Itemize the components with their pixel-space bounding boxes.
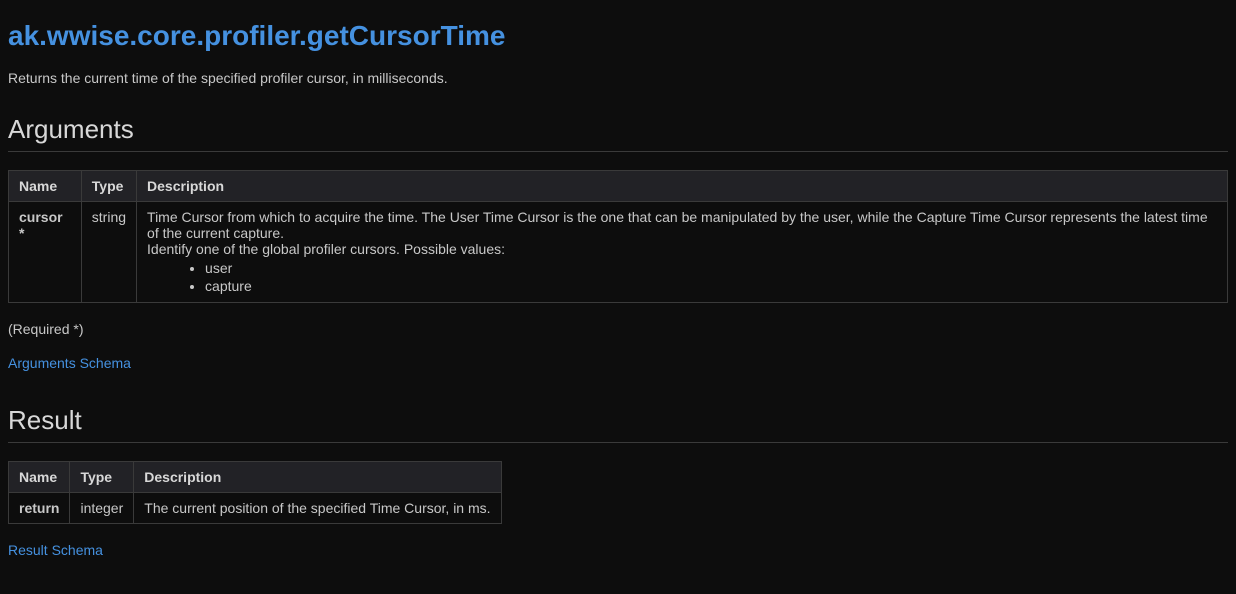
table-header-row: Name Type Description [9, 462, 502, 493]
list-item: capture [205, 277, 1217, 295]
result-name: return [9, 493, 70, 524]
arg-desc-line2: Identify one of the global profiler curs… [147, 241, 505, 257]
required-note: (Required *) [8, 321, 1228, 337]
result-schema-link[interactable]: Result Schema [8, 542, 103, 558]
arguments-schema-link[interactable]: Arguments Schema [8, 355, 131, 371]
arg-values-list: user capture [147, 259, 1217, 295]
col-header-name: Name [9, 462, 70, 493]
result-table: Name Type Description return integer The… [8, 461, 502, 524]
result-heading: Result [8, 405, 1228, 443]
page-title: ak.wwise.core.profiler.getCursorTime [8, 8, 1228, 52]
list-item: user [205, 259, 1217, 277]
table-row: cursor * string Time Cursor from which t… [9, 202, 1228, 303]
col-header-description: Description [137, 171, 1228, 202]
result-type: integer [70, 493, 134, 524]
table-row: return integer The current position of t… [9, 493, 502, 524]
arguments-table: Name Type Description cursor * string Ti… [8, 170, 1228, 303]
table-header-row: Name Type Description [9, 171, 1228, 202]
arguments-heading: Arguments [8, 114, 1228, 152]
arg-description: Time Cursor from which to acquire the ti… [137, 202, 1228, 303]
page-description: Returns the current time of the specifie… [8, 70, 1228, 86]
col-header-type: Type [81, 171, 136, 202]
arg-type: string [81, 202, 136, 303]
col-header-name: Name [9, 171, 82, 202]
col-header-type: Type [70, 462, 134, 493]
col-header-description: Description [134, 462, 501, 493]
arg-name: cursor * [9, 202, 82, 303]
result-description: The current position of the specified Ti… [134, 493, 501, 524]
arg-desc-line1: Time Cursor from which to acquire the ti… [147, 209, 1208, 241]
